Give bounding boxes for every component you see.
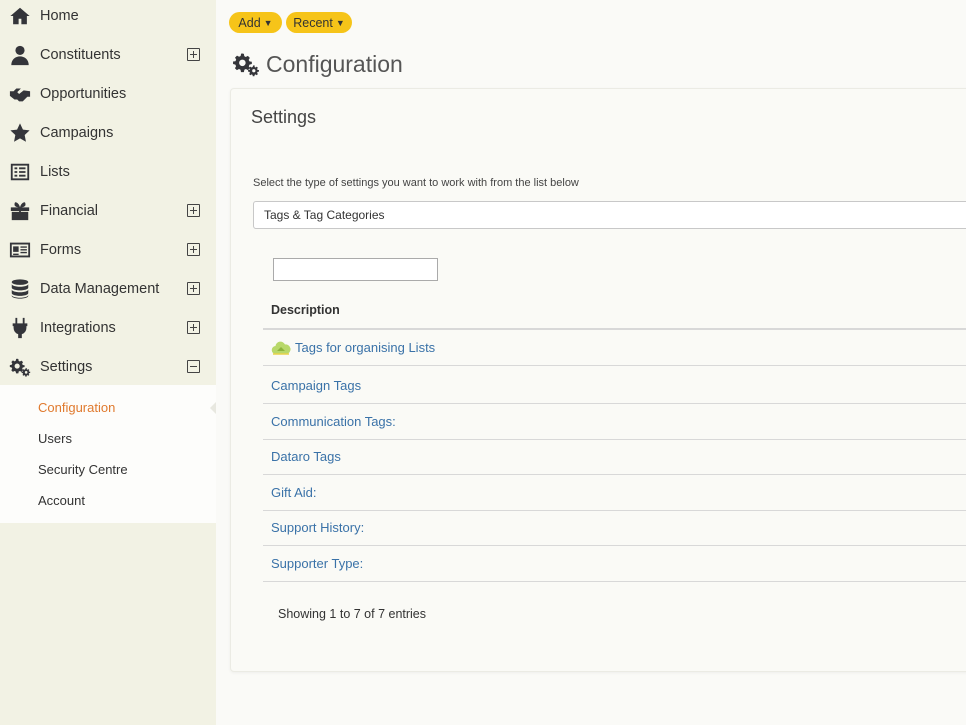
submenu-item-account[interactable]: Account: [38, 493, 85, 508]
settings-submenu: Configuration Users Security Centre Acco…: [0, 385, 216, 523]
table-row[interactable]: Communication Tags:: [263, 404, 966, 440]
plug-icon: [8, 317, 32, 339]
row-link[interactable]: Gift Aid:: [271, 485, 317, 500]
page-header: Configuration: [230, 48, 403, 80]
sidebar-item-label: Financial: [40, 202, 99, 219]
row-link[interactable]: Support History:: [271, 520, 364, 535]
expand-icon[interactable]: [187, 321, 200, 334]
sidebar-item-label: Forms: [40, 241, 82, 258]
row-link[interactable]: Campaign Tags: [271, 378, 361, 393]
submenu-item-security-centre[interactable]: Security Centre: [38, 462, 128, 477]
expand-icon[interactable]: [187, 204, 200, 217]
sidebar: Home Constituents Opportunities Campaign…: [0, 0, 216, 725]
sidebar-item-campaigns[interactable]: Campaigns: [0, 113, 216, 152]
expand-icon[interactable]: [187, 243, 200, 256]
settings-type-value: Tags & Tag Categories: [264, 208, 385, 222]
sidebar-item-label: Home: [40, 7, 79, 24]
sidebar-item-opportunities[interactable]: Opportunities: [0, 74, 216, 113]
cogs-icon: [8, 356, 32, 378]
sidebar-item-label: Constituents: [40, 46, 121, 63]
cloud-tag-icon: [271, 341, 291, 355]
sidebar-item-label: Settings: [40, 358, 93, 375]
recent-button[interactable]: Recent ▼: [286, 12, 352, 33]
instruction-text: Select the type of settings you want to …: [253, 177, 579, 189]
table-row[interactable]: Gift Aid:: [263, 475, 966, 511]
table-info: Showing 1 to 7 of 7 entries: [278, 607, 427, 621]
sidebar-item-label: Integrations: [40, 319, 116, 336]
sidebar-item-label: Lists: [40, 163, 70, 180]
column-header-description[interactable]: Description: [263, 292, 966, 330]
add-button[interactable]: Add ▼: [229, 12, 282, 33]
user-icon: [8, 44, 32, 66]
table-row[interactable]: Dataro Tags: [263, 439, 966, 475]
expand-icon[interactable]: [187, 282, 200, 295]
gift-icon: [8, 200, 32, 222]
row-link[interactable]: Communication Tags:: [271, 414, 396, 429]
sidebar-item-label: Data Management: [40, 280, 160, 297]
page-title: Configuration: [266, 50, 403, 77]
chevron-down-icon: ▼: [335, 17, 345, 28]
row-link[interactable]: Tags for organising Lists: [295, 340, 435, 355]
sidebar-item-constituents[interactable]: Constituents: [0, 35, 216, 74]
collapse-icon[interactable]: [187, 360, 200, 373]
database-icon: [8, 278, 32, 300]
handshake-icon: [8, 83, 32, 105]
row-link[interactable]: Supporter Type:: [271, 556, 363, 571]
home-icon: [8, 5, 32, 27]
sidebar-item-financial[interactable]: Financial: [0, 191, 216, 230]
chevron-down-icon: ▼: [263, 17, 273, 28]
table-row[interactable]: Supporter Type:: [263, 546, 966, 582]
active-indicator: [210, 402, 216, 414]
id-card-icon: [8, 239, 32, 261]
panel-title: Settings: [251, 107, 317, 127]
sidebar-item-settings[interactable]: Settings: [0, 347, 216, 386]
sidebar-item-data-management[interactable]: Data Management: [0, 269, 216, 308]
star-icon: [8, 122, 32, 144]
settings-panel: Settings Select the type of settings you…: [230, 88, 966, 672]
table-row[interactable]: Campaign Tags: [263, 368, 966, 404]
list-icon: [8, 161, 32, 183]
sidebar-item-integrations[interactable]: Integrations: [0, 308, 216, 347]
sidebar-item-home[interactable]: Home: [0, 0, 216, 35]
add-button-label: Add: [238, 15, 261, 30]
settings-type-select[interactable]: Tags & Tag Categories: [253, 201, 966, 229]
sidebar-item-label: Opportunities: [40, 85, 127, 102]
row-link[interactable]: Dataro Tags: [271, 449, 341, 464]
submenu-item-configuration[interactable]: Configuration: [38, 400, 115, 415]
sidebar-item-lists[interactable]: Lists: [0, 152, 216, 191]
filter-input[interactable]: [273, 258, 438, 281]
table-row[interactable]: Support History:: [263, 510, 966, 546]
sidebar-item-forms[interactable]: Forms: [0, 230, 216, 269]
cogs-icon: [233, 53, 259, 77]
submenu-item-users[interactable]: Users: [38, 431, 72, 446]
table-row[interactable]: Tags for organising Lists: [263, 330, 966, 366]
sidebar-item-label: Campaigns: [40, 124, 114, 141]
expand-icon[interactable]: [187, 48, 200, 61]
recent-button-label: Recent: [293, 15, 333, 30]
